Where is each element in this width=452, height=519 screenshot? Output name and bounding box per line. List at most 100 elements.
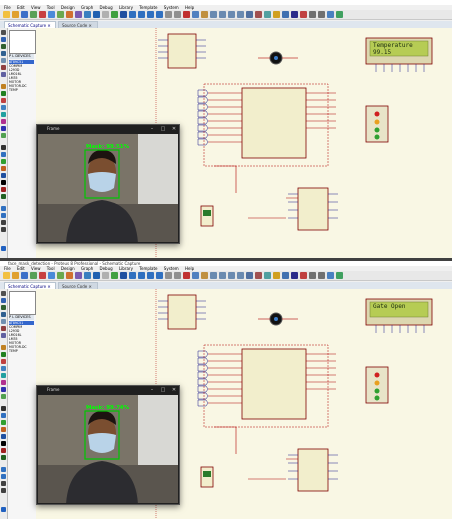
schematic-icon[interactable] xyxy=(57,11,64,18)
remove-sheet-icon[interactable] xyxy=(318,11,325,18)
remove-sheet-icon[interactable] xyxy=(318,272,325,279)
help-icon[interactable] xyxy=(93,11,100,18)
close-icon[interactable]: ✕ xyxy=(169,386,179,394)
copy-icon[interactable] xyxy=(192,11,199,18)
zoom-out-icon[interactable] xyxy=(138,272,145,279)
tape-recorder-icon[interactable] xyxy=(1,105,6,110)
voltage-probe-icon[interactable] xyxy=(1,380,6,385)
graph-icon[interactable] xyxy=(1,98,6,103)
undo-icon[interactable] xyxy=(165,272,172,279)
pcb-icon[interactable] xyxy=(66,272,73,279)
decompose-icon[interactable] xyxy=(273,272,280,279)
virtual-instruments-icon[interactable] xyxy=(1,133,6,138)
pick-device-icon[interactable] xyxy=(246,272,253,279)
library-button[interactable]: L xyxy=(12,315,14,319)
symbol-icon[interactable] xyxy=(1,187,6,192)
gerber-icon[interactable] xyxy=(84,11,91,18)
circle-icon[interactable] xyxy=(1,420,6,425)
search-icon[interactable] xyxy=(291,272,298,279)
close-icon[interactable]: ✕ xyxy=(169,125,179,133)
new-sheet-icon[interactable] xyxy=(309,272,316,279)
device-pins-icon[interactable] xyxy=(1,91,6,96)
path-icon[interactable] xyxy=(1,434,6,439)
open-folder-icon[interactable] xyxy=(12,272,19,279)
arc-icon[interactable] xyxy=(1,427,6,432)
overview-window[interactable] xyxy=(9,291,36,315)
motor[interactable] xyxy=(258,312,298,326)
line-icon[interactable] xyxy=(1,406,6,411)
current-probe-icon[interactable] xyxy=(1,387,6,392)
zoom-in-icon[interactable] xyxy=(129,272,136,279)
block-move-icon[interactable] xyxy=(219,11,226,18)
erc-icon[interactable] xyxy=(336,11,343,18)
overview-window[interactable] xyxy=(9,30,36,54)
marker-icon[interactable] xyxy=(1,455,6,460)
mirror-icon[interactable] xyxy=(1,220,6,225)
property-tool-icon[interactable] xyxy=(300,272,307,279)
mirror-icon[interactable] xyxy=(1,481,6,486)
junction-dot-icon[interactable] xyxy=(1,44,6,49)
component-mode-icon[interactable] xyxy=(1,37,6,42)
close-project-icon[interactable] xyxy=(39,11,46,18)
search-icon[interactable] xyxy=(291,11,298,18)
maximize-icon[interactable]: □ xyxy=(158,125,168,133)
bus-icon[interactable] xyxy=(1,326,6,331)
origin-icon[interactable] xyxy=(111,11,118,18)
cut-icon[interactable] xyxy=(183,11,190,18)
junction-dot-icon[interactable] xyxy=(1,305,6,310)
origin-icon[interactable] xyxy=(111,272,118,279)
library-button[interactable]: L xyxy=(12,54,14,58)
line-icon[interactable] xyxy=(1,145,6,150)
make-device-icon[interactable] xyxy=(255,11,262,18)
circle-icon[interactable] xyxy=(1,159,6,164)
text-script-icon[interactable] xyxy=(1,319,6,324)
traffic-light[interactable] xyxy=(365,366,389,404)
bill-of-materials-icon[interactable] xyxy=(327,11,334,18)
device-item[interactable]: TEMP xyxy=(9,349,34,353)
block-rotate-icon[interactable] xyxy=(228,11,235,18)
zoom-area-icon[interactable] xyxy=(156,272,163,279)
rotate-anticlockwise-icon[interactable] xyxy=(1,213,6,218)
symbol-icon[interactable] xyxy=(1,448,6,453)
undo-icon[interactable] xyxy=(165,11,172,18)
zoom-out-icon[interactable] xyxy=(138,11,145,18)
temperature-sensor[interactable] xyxy=(200,466,214,488)
text-script-icon[interactable] xyxy=(1,58,6,63)
tab-schematic-capture[interactable]: Schematic Capture ✕ xyxy=(4,282,56,289)
home-icon[interactable] xyxy=(48,11,55,18)
block-move-icon[interactable] xyxy=(219,272,226,279)
bill-of-materials-icon[interactable] xyxy=(327,272,334,279)
play-simulation-icon[interactable] xyxy=(1,507,6,512)
subcircuit-icon[interactable] xyxy=(1,72,6,77)
paste-icon[interactable] xyxy=(201,11,208,18)
erc-icon[interactable] xyxy=(336,272,343,279)
paste-icon[interactable] xyxy=(201,272,208,279)
interface-ic[interactable] xyxy=(158,294,206,330)
interface-ic[interactable] xyxy=(158,33,206,69)
voltage-probe-icon[interactable] xyxy=(1,119,6,124)
home-icon[interactable] xyxy=(48,272,55,279)
flip-icon[interactable] xyxy=(1,227,6,232)
box-icon[interactable] xyxy=(1,413,6,418)
virtual-instruments-icon[interactable] xyxy=(1,394,6,399)
generator-icon[interactable] xyxy=(1,373,6,378)
box-icon[interactable] xyxy=(1,152,6,157)
graph-icon[interactable] xyxy=(1,359,6,364)
tab-source-code[interactable]: Source Code ✕ xyxy=(58,282,98,289)
zoom-area-icon[interactable] xyxy=(156,11,163,18)
marker-icon[interactable] xyxy=(1,194,6,199)
microcontroller[interactable] xyxy=(203,344,329,428)
pcb-icon[interactable] xyxy=(66,11,73,18)
block-delete-icon[interactable] xyxy=(237,11,244,18)
motor-driver-ic[interactable] xyxy=(288,187,338,231)
open-folder-icon[interactable] xyxy=(12,11,19,18)
microcontroller[interactable] xyxy=(203,83,329,167)
tab-schematic-capture[interactable]: Schematic Capture ✕ xyxy=(4,21,56,28)
generator-icon[interactable] xyxy=(1,112,6,117)
wire-autorouter-icon[interactable] xyxy=(282,11,289,18)
maximize-icon[interactable]: □ xyxy=(158,386,168,394)
pan-icon[interactable] xyxy=(120,11,127,18)
lcd-display[interactable]: Temperature 99.15 xyxy=(365,37,433,72)
pick-device-icon[interactable] xyxy=(246,11,253,18)
selection-mode-icon[interactable] xyxy=(1,30,6,35)
